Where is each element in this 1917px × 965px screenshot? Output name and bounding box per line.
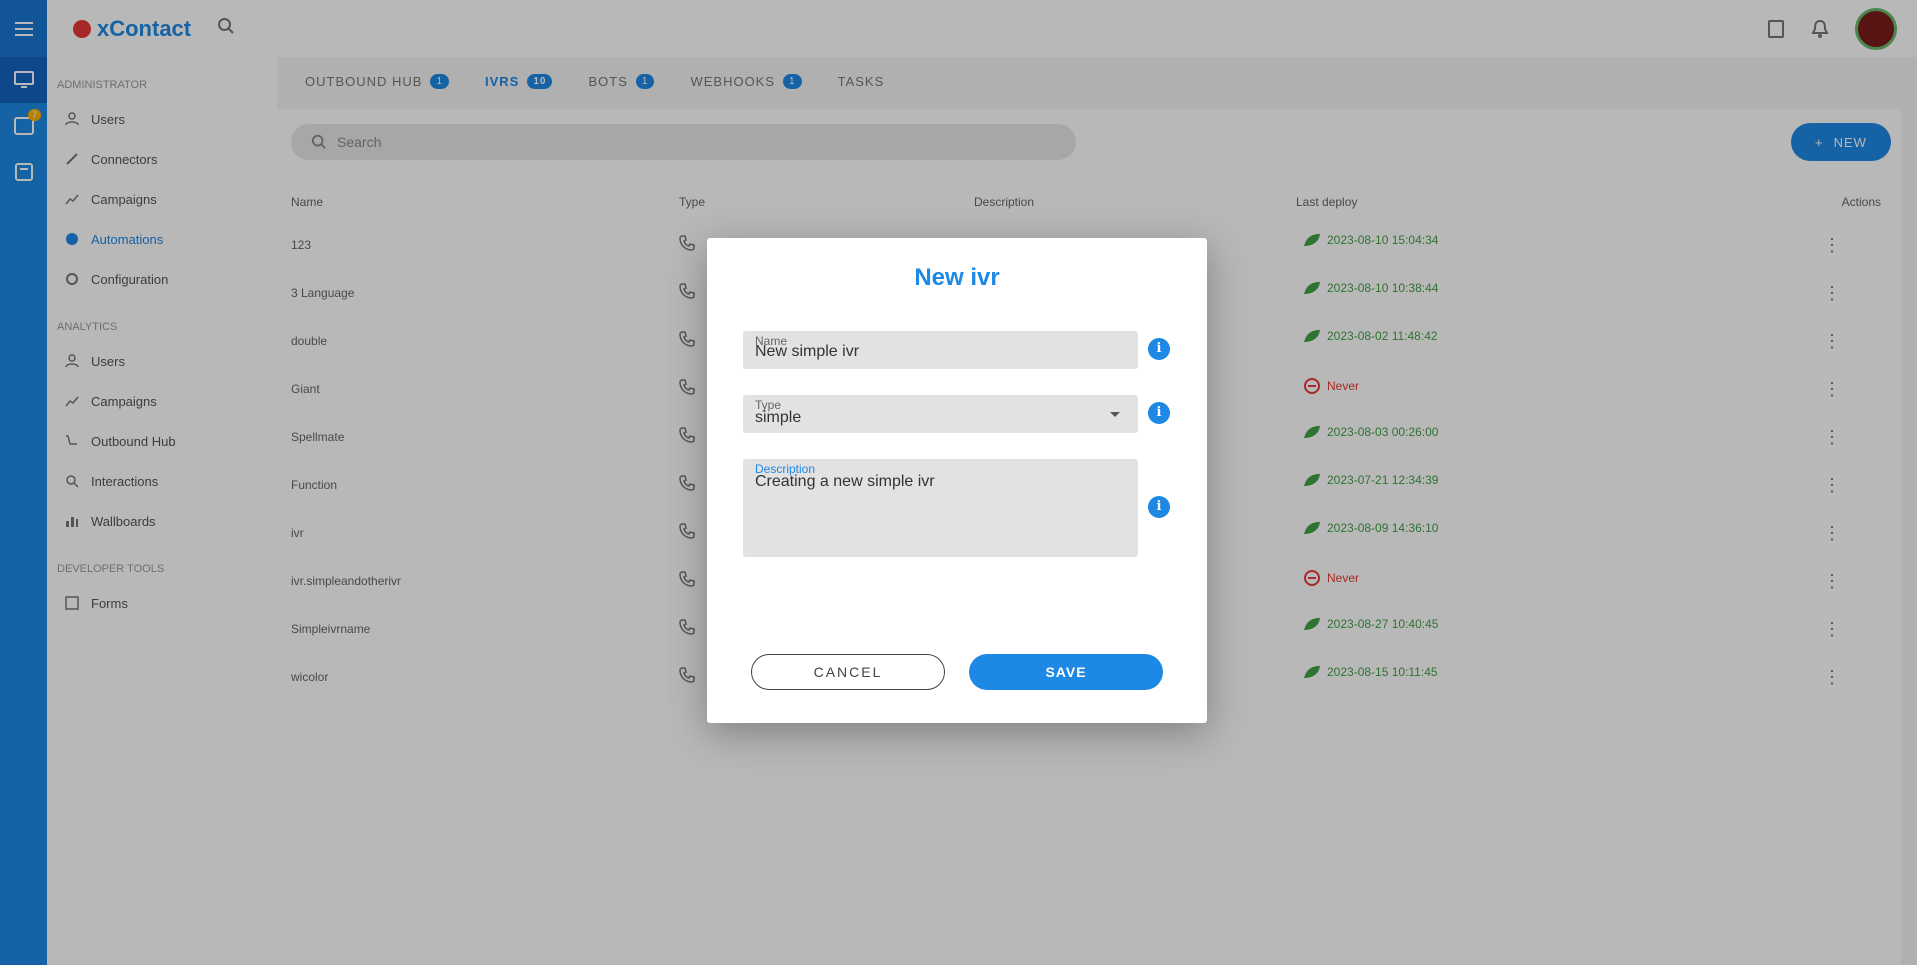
save-button[interactable]: SAVE [969, 654, 1163, 690]
description-info-icon[interactable]: i [1148, 496, 1170, 518]
dialog-title: New ivr [914, 264, 1000, 291]
name-field[interactable]: Name New simple ivr [743, 331, 1138, 369]
description-field[interactable]: Description Creating a new simple ivr [743, 459, 1138, 557]
cancel-button[interactable]: CANCEL [751, 654, 945, 690]
new-ivr-dialog: New ivr Name New simple ivr i Type simpl… [707, 238, 1207, 723]
name-field-value: New simple ivr [755, 343, 860, 360]
name-info-icon[interactable]: i [1148, 338, 1170, 360]
chevron-down-icon [1110, 412, 1120, 417]
type-select-value: simple [755, 409, 802, 426]
type-select[interactable]: Type simple [743, 395, 1138, 433]
type-info-icon[interactable]: i [1148, 402, 1170, 424]
description-field-value: Creating a new simple ivr [755, 473, 935, 490]
